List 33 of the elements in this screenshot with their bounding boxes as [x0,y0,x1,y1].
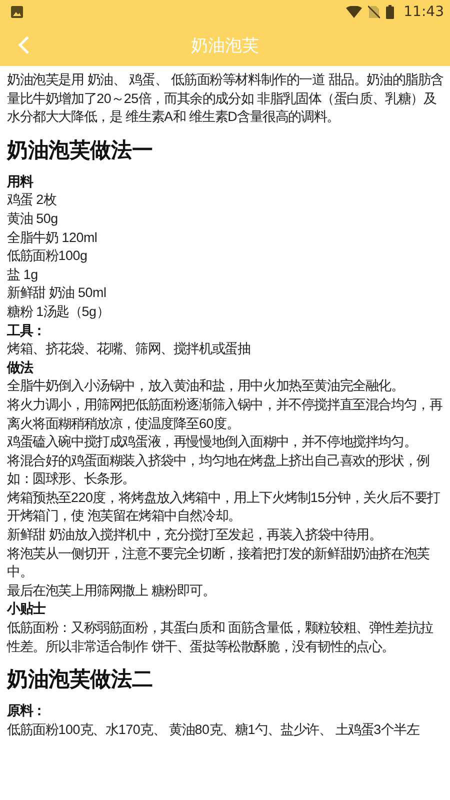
recipe-text: 低筋面粉100克、水170克、 黄油80克、糖1勺、盐少许、 土鸡蛋3个半左 [7,720,420,739]
chevron-left-icon [18,35,30,55]
recipe-text: 新鲜甜 奶油 50ml [7,284,108,302]
section-label: 小贴士 [7,600,47,618]
no-sim-icon [368,5,380,19]
recipe-text: 最后在泡芙上用筛网撒上 糖粉即可。 [7,582,216,600]
recipe-text: 将混合好的鸡蛋面糊装入挤袋中，均匀地在烤盘上挤出自己喜欢的形状，例如：圆球形、长条形。 [7,452,430,488]
recipe-text: 低筋面粉：又称弱筋面粉，其蛋白质和 面筋含量低，颗粒较粗、弹性差抗拉性差。所以非常适合制作 饼干、蛋挞等松散酥脆，没有韧性的点心。 [7,619,434,656]
section-label: 工具： [7,322,46,340]
recipe-text: 盐 1g [7,266,39,284]
recipe-text: 将火力调小，用筛网把低筋面粉逐渐筛入锅中，并不停搅拌直至混合均匀，再离火将面糊稍稍放凉，使温度降至60度。 [7,396,444,432]
recipe-text: 低筋面粉100g [7,247,88,266]
section-label: 原料： [7,702,46,720]
recipe-heading: 奶油泡芙做法二 [7,667,154,694]
clock: 11:43 [404,4,444,20]
section-label: 用料 [7,172,34,191]
recipe-text: 鸡蛋 2枚 [7,191,58,210]
recipe-heading: 奶油泡芙做法一 [7,138,154,164]
battery-icon [386,5,394,19]
intro-paragraph: 奶油泡芙是用 奶油、 鸡蛋、 低筋面粉等材料制作的一道 甜品。奶油的脂肪含量比牛奶增加了20～25倍，而其余的成分如 非脂乳固体（蛋白质、乳糖）及水分都大大降低，是 维生素A和 维生素D含量很高的调料。 [7,71,444,126]
recipe-text: 烤箱预热至220度，将烤盘放入烤箱中，用上下火烤制15分钟，关火后不要打开烤箱门，使 泡芙留在烤箱中自然冷却。 [7,488,442,526]
recipe-text: 鸡蛋磕入碗中搅打成鸡蛋液，再慢慢地倒入面糊中，并不停地搅拌均匀。 [7,433,418,452]
recipe-text: 将泡芙从一侧切开，注意不要完全切断，接着把打发的新鲜甜奶油挤在泡芙中。 [7,544,430,582]
section-label: 做法 [7,358,34,377]
image-icon [10,5,24,19]
recipe-text: 新鲜甜 奶油放入搅拌机中，充分搅打至发起，再装入挤袋中待用。 [7,526,383,544]
wifi-icon [346,6,362,18]
recipe-text: 全脂牛奶倒入小汤锅中，放入黄油和盐，用中火加热至黄油完全融化。 [7,377,405,396]
recipe-text: 烤箱、挤花袋、花嘴、筛网、搅拌机或蛋抽 [7,340,252,358]
page-title: 奶油泡芙 [191,34,259,56]
recipe-text: 糖粉 1汤匙（5g） [7,302,110,321]
recipe-text: 全脂牛奶 120ml [7,228,98,247]
recipe-text: 黄油 50g [7,210,59,228]
